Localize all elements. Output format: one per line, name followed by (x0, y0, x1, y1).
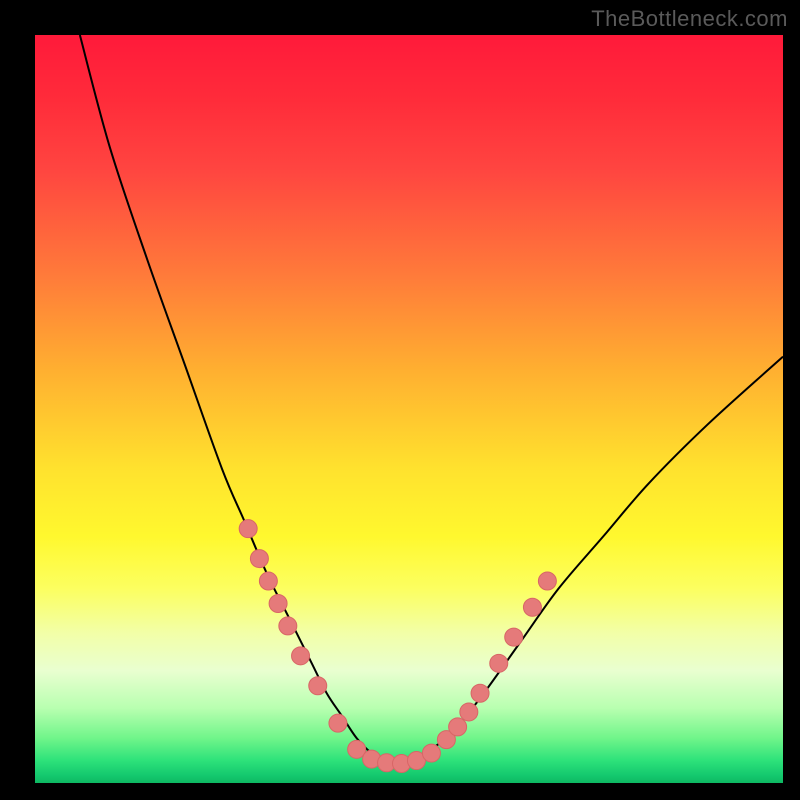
data-point (505, 628, 523, 646)
data-point (329, 714, 347, 732)
data-point (269, 594, 287, 612)
data-point (490, 654, 508, 672)
data-point (279, 617, 297, 635)
plot-area (35, 35, 783, 783)
data-point (460, 703, 478, 721)
outer-frame: TheBottleneck.com (0, 0, 800, 800)
data-point (471, 684, 489, 702)
data-point (250, 550, 268, 568)
curve-markers (239, 520, 556, 773)
data-point (449, 718, 467, 736)
data-point (523, 598, 541, 616)
bottleneck-curve (80, 35, 783, 764)
data-point (538, 572, 556, 590)
data-point (292, 647, 310, 665)
data-point (259, 572, 277, 590)
chart-svg (35, 35, 783, 783)
watermark-text: TheBottleneck.com (591, 6, 788, 32)
data-point (239, 520, 257, 538)
data-point (422, 744, 440, 762)
data-point (309, 677, 327, 695)
